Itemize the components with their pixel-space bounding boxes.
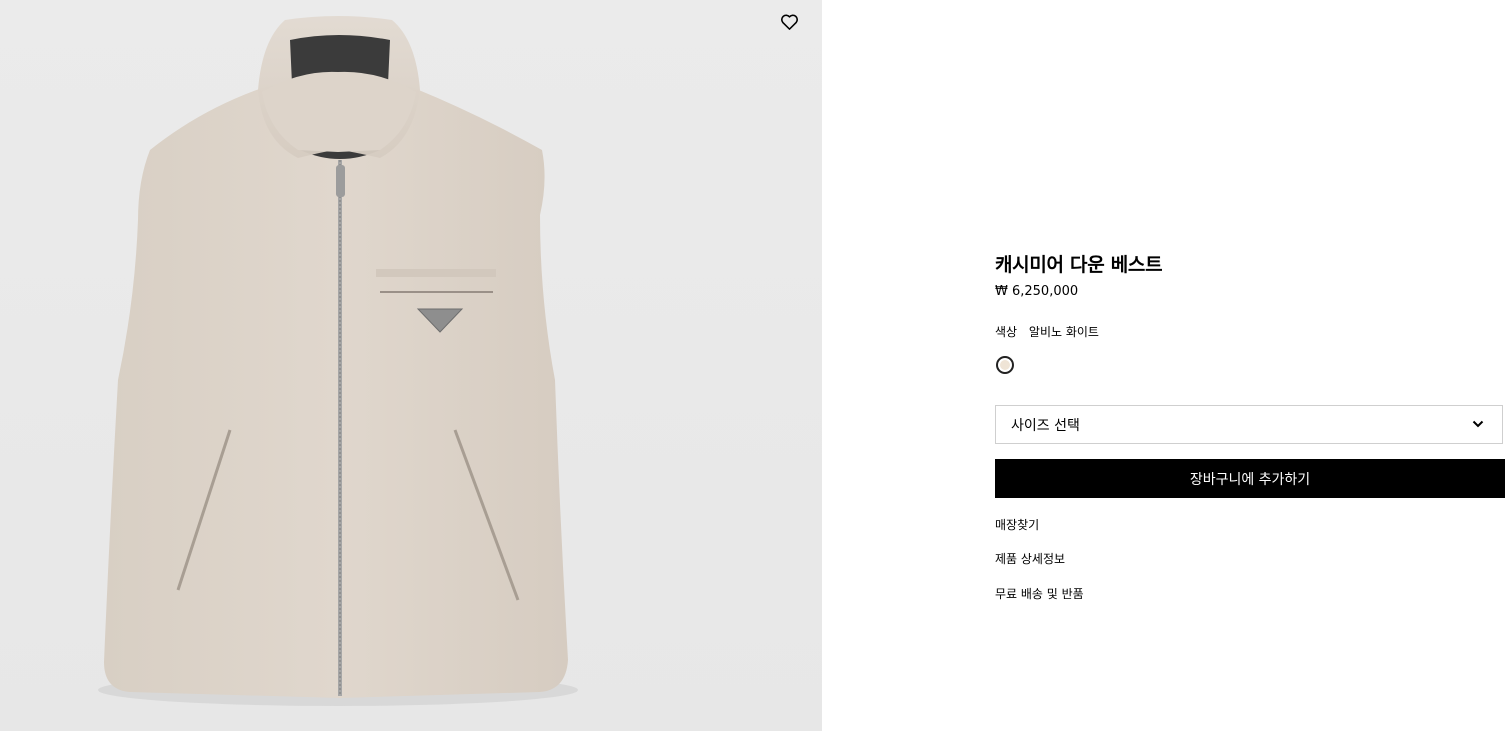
heart-icon [780,14,798,30]
add-to-cart-button[interactable]: 장바구니에 추가하기 [995,459,1505,498]
product-title: 캐시미어 다운 베스트 [995,254,1163,276]
product-price: ₩ 6,250,000 [995,284,1079,299]
color-swatch[interactable] [996,356,1014,374]
chevron-down-icon [1472,420,1484,428]
shipping-returns-link[interactable]: 무료 배송 및 반품 [995,585,1084,602]
size-select-dropdown[interactable]: 사이즈 선택 [995,405,1503,444]
color-info: 색상 알비노 화이트 [995,323,1099,340]
product-details-link[interactable]: 제품 상세정보 [995,550,1065,567]
store-locator-link[interactable]: 매장찾기 [995,516,1039,533]
color-label: 색상 [995,325,1018,339]
product-image [98,16,578,706]
wishlist-button[interactable] [777,10,801,34]
size-select-label: 사이즈 선택 [1011,418,1080,434]
color-value: 알비노 화이트 [1028,325,1099,339]
product-image-gallery [0,0,822,731]
